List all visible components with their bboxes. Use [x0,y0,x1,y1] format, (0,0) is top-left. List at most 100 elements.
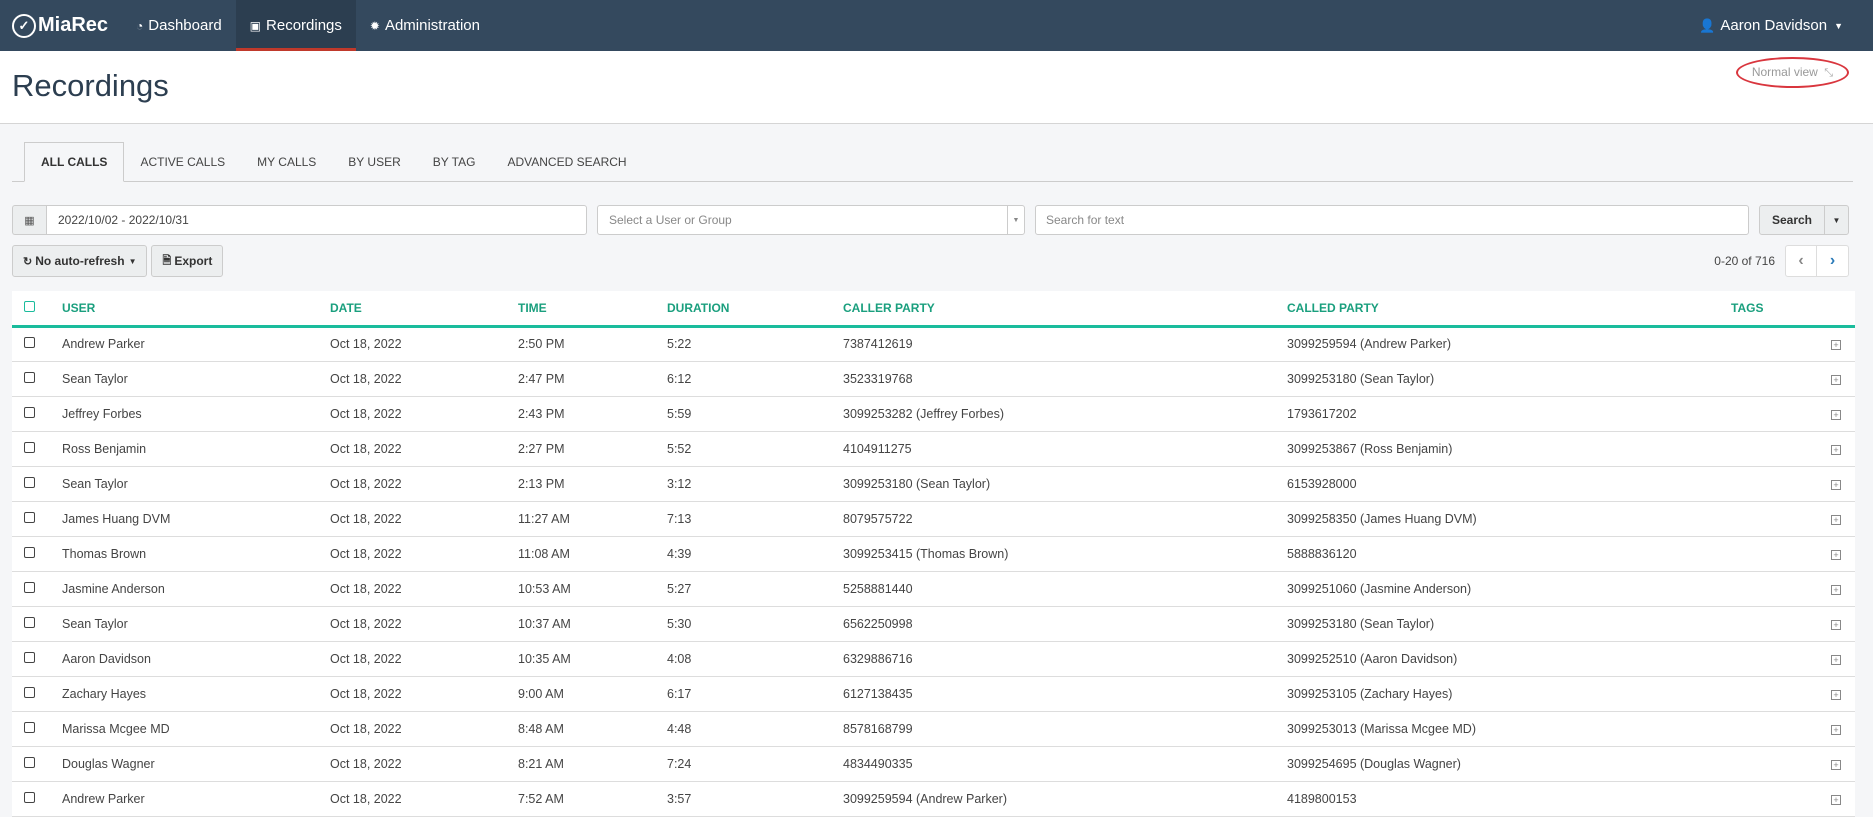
tab-active-calls[interactable]: ACTIVE CALLS [124,143,241,181]
add-tag-icon[interactable]: + [1831,584,1841,595]
add-tag-icon[interactable]: + [1831,444,1841,455]
add-tag-icon[interactable]: + [1831,689,1841,700]
row-select-cell [12,326,62,362]
normal-view-toggle[interactable]: Normal view ⤡ [1735,57,1849,88]
cell-date: Oct 18, 2022 [330,641,518,677]
row-checkbox[interactable] [24,441,35,453]
table-row[interactable]: Sean Taylor Oct 18, 2022 10:37 AM 5:30 65622… [12,606,1855,642]
table-toolbar: ↻ No auto-refresh ▼ 🗎 Export 0-20 of 716… [12,245,1849,277]
search-options-caret-icon[interactable]: ▼ [1825,206,1848,234]
chevron-left-icon[interactable]: ‹ [1786,246,1817,276]
row-checkbox[interactable] [24,616,35,628]
add-tag-icon[interactable]: + [1831,374,1841,385]
column-header-user[interactable]: USER [62,291,330,328]
table-row[interactable]: Sean Taylor Oct 18, 2022 2:13 PM 3:12 309925… [12,466,1855,502]
add-tag-icon[interactable]: + [1831,619,1841,630]
nav-recordings[interactable]: ▣ Recordings [235,0,356,51]
recordings-tabs: ALL CALLS ACTIVE CALLS MY CALLS BY USER … [12,142,1853,182]
table-row[interactable]: Sean Taylor Oct 18, 2022 2:47 PM 6:12 352331… [12,361,1855,397]
add-tag-icon[interactable]: + [1831,549,1841,560]
user-menu[interactable]: 👤 Aaron Davidson ▼ [1699,0,1843,51]
table-row[interactable]: Andrew Parker Oct 18, 2022 2:50 PM 5:22 7387… [12,326,1855,362]
row-checkbox[interactable] [24,371,35,383]
table-row[interactable]: Zachary Hayes Oct 18, 2022 9:00 AM 6:17 6127… [12,676,1855,712]
export-label: Export [174,254,213,268]
row-checkbox[interactable] [24,791,35,803]
add-tag-icon[interactable]: + [1831,759,1841,770]
cell-tags: + [1731,536,1855,572]
add-tag-icon[interactable]: + [1831,654,1841,665]
auto-refresh-button[interactable]: ↻ No auto-refresh ▼ [12,245,148,277]
nav-administration[interactable]: ✹ Administration [356,0,494,51]
cell-caller-party: 6562250998 [843,606,1287,642]
add-tag-icon[interactable]: + [1831,409,1841,420]
table-row[interactable]: Thomas Brown Oct 18, 2022 11:08 AM 4:39 3099… [12,536,1855,572]
date-range-picker[interactable]: ▦ 2022/10/02 - 2022/10/31 [12,205,587,235]
row-checkbox[interactable] [24,406,35,418]
cell-user: Ross Benjamin [62,431,330,467]
cell-date: Oct 18, 2022 [330,396,518,432]
user-group-select[interactable]: Select a User or Group ▼ [597,205,1025,235]
row-checkbox[interactable] [24,546,35,558]
cell-date: Oct 18, 2022 [330,501,518,537]
row-checkbox[interactable] [24,337,35,348]
table-row[interactable]: Douglas Wagner Oct 18, 2022 8:21 AM 7:24 483… [12,746,1855,782]
column-header-date[interactable]: DATE [330,291,518,328]
row-checkbox[interactable] [24,581,35,593]
table-row[interactable]: Aaron Davidson Oct 18, 2022 10:35 AM 4:08 63… [12,641,1855,677]
tab-my-calls[interactable]: MY CALLS [241,143,332,181]
cell-caller-party: 4104911275 [843,431,1287,467]
cell-tags: + [1731,431,1855,467]
add-tag-icon[interactable]: + [1831,340,1841,350]
cell-user: Jeffrey Forbes [62,396,330,432]
calendar-icon[interactable]: ▦ [12,205,46,235]
search-input[interactable]: Search for text [1035,205,1749,235]
add-tag-icon[interactable]: + [1831,724,1841,735]
brand-logo[interactable]: ✓ MiaRec [0,0,122,51]
table-row[interactable]: Marissa Mcgee MD Oct 18, 2022 8:48 AM 4:48 8… [12,711,1855,747]
cell-called-party: 3099252510 (Aaron Davidson) [1287,641,1731,677]
nav-dashboard[interactable]: ◔ Dashboard [122,0,236,51]
table-row[interactable]: Andrew Parker Oct 18, 2022 7:52 AM 3:57 3099… [12,781,1855,817]
tab-all-calls[interactable]: ALL CALLS [24,142,125,182]
date-range-input[interactable]: 2022/10/02 - 2022/10/31 [46,205,587,235]
add-tag-icon[interactable]: + [1831,479,1841,490]
dropdown-arrow-icon[interactable]: ▼ [1007,206,1024,234]
add-tag-icon[interactable]: + [1831,514,1841,525]
column-header-caller-party[interactable]: CALLER PARTY [843,291,1287,328]
row-checkbox[interactable] [24,686,35,698]
cell-caller-party: 7387412619 [843,326,1287,362]
row-checkbox[interactable] [24,756,35,768]
row-checkbox[interactable] [24,651,35,663]
chevron-right-icon[interactable]: › [1817,246,1848,276]
table-row[interactable]: James Huang DVM Oct 18, 2022 11:27 AM 7:13 8… [12,501,1855,537]
tab-advanced-search[interactable]: ADVANCED SEARCH [491,143,642,181]
table-row[interactable]: Jeffrey Forbes Oct 18, 2022 2:43 PM 5:59 309… [12,396,1855,432]
tab-by-tag[interactable]: BY TAG [417,143,492,181]
row-select-cell [12,571,62,607]
row-checkbox[interactable] [24,511,35,523]
cell-tags: + [1731,676,1855,712]
tab-by-user[interactable]: BY USER [332,143,416,181]
column-header-called-party[interactable]: CALLED PARTY [1287,291,1731,328]
cell-duration: 3:57 [667,781,843,817]
top-navbar: ✓ MiaRec ◔ Dashboard ▣ Recordings ✹ Admi… [0,0,1873,51]
cell-tags: + [1731,466,1855,502]
column-header-duration[interactable]: DURATION [667,291,843,328]
row-checkbox[interactable] [24,721,35,733]
compress-icon: ⤡ [1824,67,1833,79]
row-checkbox[interactable] [24,476,35,488]
table-row[interactable]: Jasmine Anderson Oct 18, 2022 10:53 AM 5:27… [12,571,1855,607]
select-all-cell [12,291,62,328]
user-icon: 👤 [1699,17,1716,33]
table-row[interactable]: Ross Benjamin Oct 18, 2022 2:27 PM 5:52 4104… [12,431,1855,467]
column-header-time[interactable]: TIME [518,291,667,328]
cell-date: Oct 18, 2022 [330,606,518,642]
search-button[interactable]: Search [1760,206,1825,234]
cell-date: Oct 18, 2022 [330,781,518,817]
select-all-checkbox[interactable] [24,300,35,312]
cell-user: Andrew Parker [62,326,330,362]
export-button[interactable]: 🗎 Export [151,245,224,277]
row-select-cell [12,431,62,467]
add-tag-icon[interactable]: + [1831,794,1841,805]
